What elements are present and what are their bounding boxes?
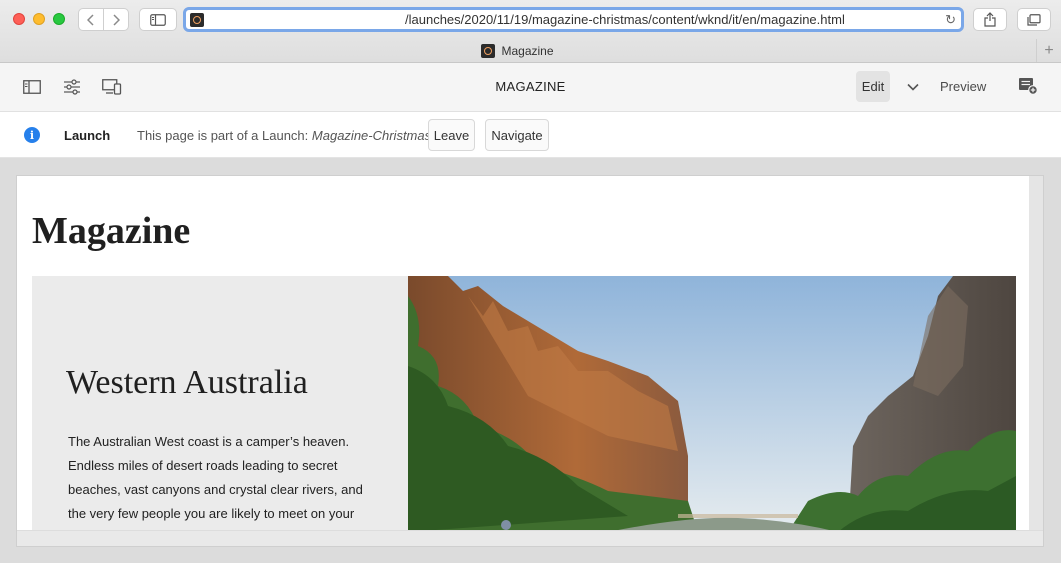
info-icon: i xyxy=(24,127,40,143)
show-tabs-button[interactable] xyxy=(1017,8,1051,31)
share-icon xyxy=(984,12,996,27)
active-tab[interactable]: Magazine xyxy=(0,40,1035,62)
emulator-button[interactable] xyxy=(102,77,122,97)
launch-message-prefix: This page is part of a Launch: xyxy=(137,128,309,143)
share-button[interactable] xyxy=(973,8,1007,31)
preview-button[interactable]: Preview xyxy=(940,79,986,94)
teaser-description: The Australian West coast is a camper’s … xyxy=(68,434,363,521)
fullscreen-window-button[interactable] xyxy=(53,13,65,25)
navigate-launch-button[interactable]: Navigate xyxy=(485,119,549,151)
sidebar-icon xyxy=(150,13,166,26)
tab-favicon-icon xyxy=(481,44,496,58)
minimize-window-button[interactable] xyxy=(33,13,45,25)
teaser-image[interactable] xyxy=(408,276,1016,532)
side-panel-icon xyxy=(23,80,41,94)
launch-message: This page is part of a Launch: Magazine-… xyxy=(137,128,431,143)
sidebar-toggle-button[interactable] xyxy=(139,8,177,31)
canyon-landscape-image xyxy=(408,276,1016,532)
editor-toolbar: MAGAZINE Edit Preview xyxy=(0,63,1061,112)
url-text[interactable]: /launches/2020/11/19/magazine-christmas/… xyxy=(405,12,845,27)
back-button[interactable] xyxy=(78,8,104,31)
launch-name: Magazine-Christmas xyxy=(311,128,432,143)
tabs-overview-icon xyxy=(1027,13,1041,26)
horizontal-scrollbar[interactable] xyxy=(17,530,1043,546)
page-name-title: MAGAZINE xyxy=(495,79,566,94)
address-bar[interactable]: /launches/2020/11/19/magazine-christmas/… xyxy=(183,7,964,32)
site-favicon-icon xyxy=(190,13,204,27)
launch-info-bar: i Launch This page is part of a Launch: … xyxy=(0,112,1061,158)
edit-mode-button[interactable]: Edit xyxy=(856,71,890,102)
tab-title: Magazine xyxy=(501,44,554,58)
new-tab-button[interactable]: + xyxy=(1036,39,1061,62)
chevron-down-icon xyxy=(907,83,919,91)
reload-icon[interactable]: ↻ xyxy=(945,12,956,28)
page-properties-icon xyxy=(64,79,80,95)
annotations-button[interactable] xyxy=(1018,77,1038,97)
page-title[interactable]: Magazine xyxy=(32,209,190,253)
chevron-right-icon xyxy=(113,13,120,26)
chevron-left-icon xyxy=(87,13,94,26)
vertical-scrollbar[interactable] xyxy=(1029,176,1043,532)
side-panel-toggle[interactable] xyxy=(22,77,42,97)
leave-launch-button[interactable]: Leave xyxy=(428,119,475,151)
emulator-icon xyxy=(102,79,122,95)
forward-button[interactable] xyxy=(103,8,129,31)
page-properties-button[interactable] xyxy=(62,77,82,97)
annotations-icon xyxy=(1019,78,1038,95)
mode-dropdown-button[interactable] xyxy=(903,77,923,97)
close-window-button[interactable] xyxy=(13,13,25,25)
browser-chrome: /launches/2020/11/19/magazine-christmas/… xyxy=(0,0,1061,63)
launch-label: Launch xyxy=(64,128,111,143)
teaser-title: Western Australia xyxy=(66,364,308,401)
page-content-frame[interactable]: Magazine Western Australia The Australia… xyxy=(16,175,1044,547)
teaser-text-panel[interactable]: Western Australia The Australian West co… xyxy=(32,276,408,532)
